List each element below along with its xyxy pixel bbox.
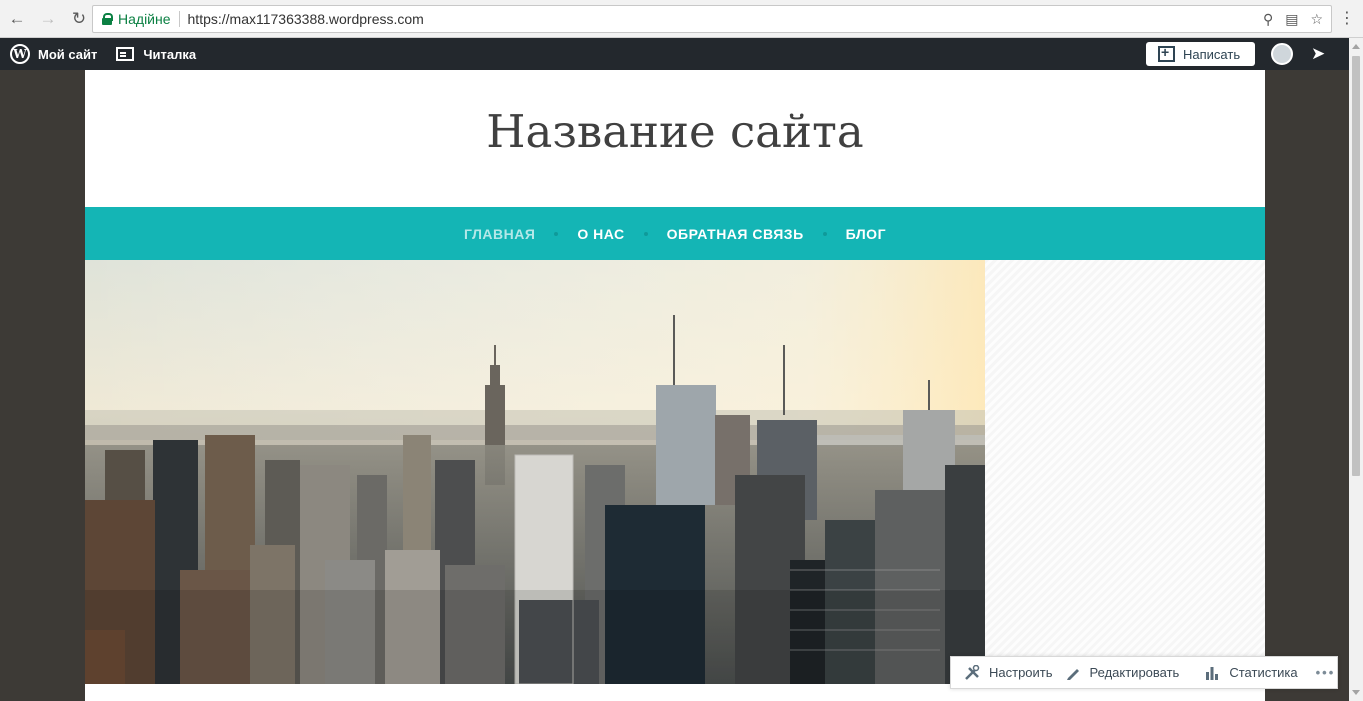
customize-label: Настроить bbox=[989, 665, 1053, 680]
stats-label: Статистика bbox=[1229, 665, 1298, 680]
pencil-icon bbox=[1066, 668, 1079, 680]
page-scrollbar[interactable] bbox=[1349, 38, 1363, 701]
browser-toolbar: ← → ↻ Надійне https://max117363388.wordp… bbox=[0, 0, 1363, 38]
write-button[interactable]: Написать bbox=[1146, 42, 1255, 66]
nav-separator bbox=[822, 231, 827, 236]
nav-item-home[interactable]: ГЛАВНАЯ bbox=[464, 226, 535, 242]
reload-icon[interactable]: ↻ bbox=[65, 5, 93, 33]
customize-button[interactable]: Настроить bbox=[964, 664, 1053, 681]
notifications-icon[interactable]: ➤ bbox=[1311, 44, 1325, 64]
stats-button[interactable]: Статистика bbox=[1204, 665, 1298, 681]
menu-icon[interactable]: ⋮ bbox=[1339, 8, 1355, 28]
nav-separator bbox=[554, 231, 559, 236]
site-title[interactable]: Название сайта bbox=[85, 105, 1265, 158]
nav-item-blog[interactable]: БЛОГ bbox=[846, 226, 886, 242]
avatar[interactable] bbox=[1271, 43, 1293, 65]
city-skyline-image bbox=[85, 260, 985, 684]
scrollbar-thumb[interactable] bbox=[1352, 56, 1360, 476]
my-site-link[interactable]: Мой сайт bbox=[38, 47, 97, 62]
edit-label: Редактировать bbox=[1089, 665, 1180, 680]
forward-icon[interactable]: → bbox=[34, 5, 62, 33]
wp-admin-bar: W Мой сайт Читалка Написать ➤ bbox=[0, 38, 1349, 70]
customize-toolbar: Настроить Редактировать Статистика ••• bbox=[950, 656, 1338, 689]
header-image bbox=[85, 260, 985, 684]
site-page: Название сайта ГЛАВНАЯ О НАС ОБРАТНАЯ СВ… bbox=[85, 70, 1265, 701]
tools-icon bbox=[965, 664, 980, 680]
write-label: Написать bbox=[1183, 46, 1241, 62]
edit-button[interactable]: Редактировать bbox=[1065, 665, 1180, 681]
scroll-up-icon[interactable] bbox=[1352, 44, 1360, 49]
main-navigation: ГЛАВНАЯ О НАС ОБРАТНАЯ СВЯЗЬ БЛОГ bbox=[85, 207, 1265, 260]
more-options-icon[interactable]: ••• bbox=[1316, 665, 1336, 680]
url-text[interactable]: https://max117363388.wordpress.com bbox=[188, 11, 424, 27]
address-bar[interactable]: Надійне https://max117363388.wordpress.c… bbox=[92, 5, 1332, 33]
wordpress-logo-icon[interactable]: W bbox=[10, 44, 30, 64]
scroll-down-icon[interactable] bbox=[1352, 690, 1360, 695]
new-post-icon bbox=[1158, 44, 1175, 62]
translate-icon[interactable]: ▤ bbox=[1285, 11, 1298, 28]
nav-separator bbox=[643, 231, 648, 236]
star-icon[interactable]: ☆ bbox=[1310, 11, 1323, 28]
secure-label: Надійне bbox=[118, 11, 171, 27]
sidebar-area bbox=[985, 260, 1265, 684]
reader-icon[interactable] bbox=[116, 47, 135, 61]
reader-link[interactable]: Читалка bbox=[143, 47, 196, 62]
lock-icon bbox=[102, 13, 113, 25]
key-icon[interactable]: ⚲ bbox=[1263, 11, 1273, 28]
nav-item-about[interactable]: О НАС bbox=[577, 226, 624, 242]
nav-item-contact[interactable]: ОБРАТНАЯ СВЯЗЬ bbox=[667, 226, 804, 242]
back-icon[interactable]: ← bbox=[3, 5, 31, 33]
omnibox-separator bbox=[178, 11, 180, 27]
stats-icon bbox=[1206, 666, 1219, 680]
